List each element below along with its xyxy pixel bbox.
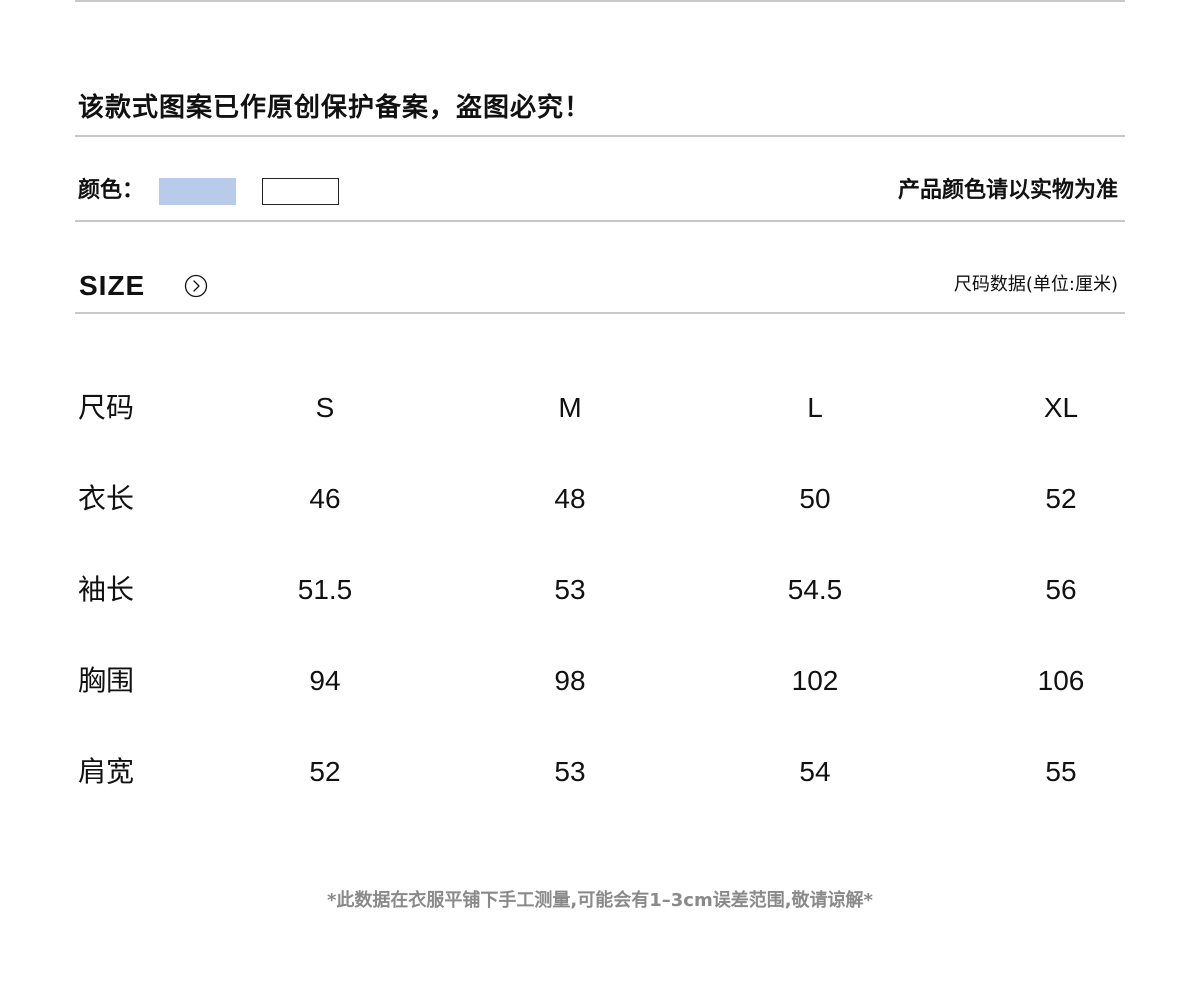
header-label: 尺码 — [78, 391, 135, 424]
table-cell: 94 — [309, 665, 341, 696]
header-size-xl: XL — [1043, 392, 1079, 423]
header-size-s: S — [315, 392, 335, 423]
row-label-sleeve: 袖长 — [78, 573, 135, 606]
measurement-footnote: *此数据在衣服平铺下手工测量,可能会有1–3cm误差范围,敬请谅解* — [327, 890, 873, 911]
table-cell: 56 — [1045, 574, 1077, 605]
row-label-chest: 胸围 — [78, 664, 135, 697]
table-cell: 50 — [799, 483, 831, 514]
table-cell: 53 — [554, 756, 586, 787]
table-cell: 52 — [309, 756, 341, 787]
row-label-shoulder: 肩宽 — [78, 755, 135, 788]
table-cell: 54 — [799, 756, 831, 787]
table-cell: 48 — [554, 483, 586, 514]
table-cell: 106 — [1037, 665, 1085, 696]
size-table: 尺码 S M L XL 衣长 46 48 50 52 袖长 51.5 53 54… — [0, 0, 1200, 982]
table-cell: 98 — [554, 665, 586, 696]
table-cell: 46 — [309, 483, 341, 514]
table-cell: 52 — [1045, 483, 1077, 514]
table-cell: 51.5 — [297, 574, 353, 605]
table-cell: 102 — [791, 665, 839, 696]
header-size-m: M — [558, 392, 582, 423]
header-size-l: L — [807, 392, 823, 423]
table-cell: 54.5 — [787, 574, 843, 605]
table-cell: 55 — [1045, 756, 1077, 787]
row-label-length: 衣长 — [78, 482, 135, 515]
table-cell: 53 — [554, 574, 586, 605]
